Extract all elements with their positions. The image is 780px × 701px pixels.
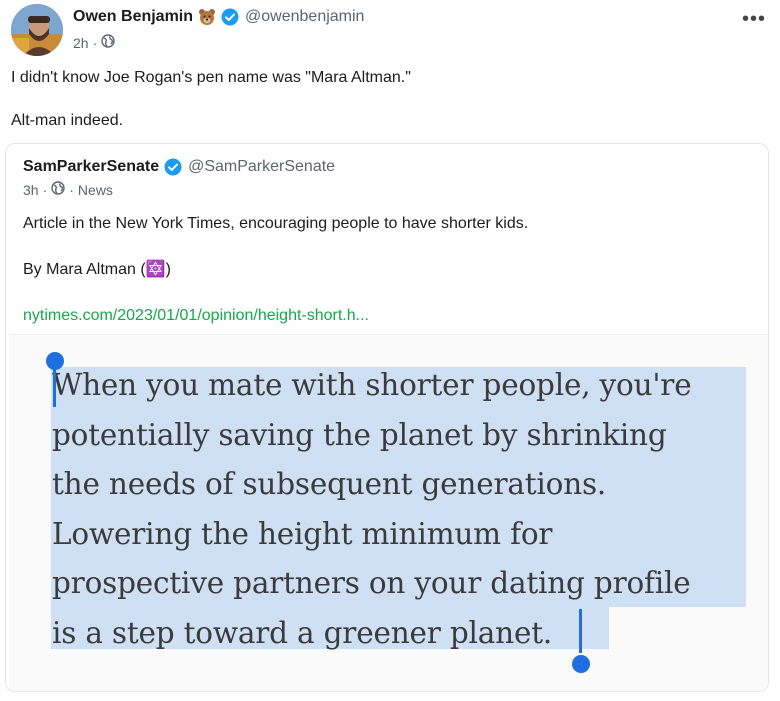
image-text-line: Lowering the height minimum for <box>52 516 553 551</box>
verified-badge-icon <box>221 8 239 26</box>
selection-end-handle[interactable] <box>572 655 590 673</box>
post-body: I didn't know Joe Rogan's pen name was "… <box>11 68 411 154</box>
image-text-line: When you mate with shorter people, you'r… <box>52 368 692 402</box>
meta-separator: · <box>42 181 48 198</box>
image-text-line: prospective partners on your dating prof… <box>52 566 691 600</box>
article-link[interactable]: nytimes.com/2023/01/01/opinion/height-sh… <box>23 307 369 324</box>
quoted-post[interactable]: SamParkerSenate @SamParkerSenate 3h · · … <box>5 143 769 692</box>
quoted-image[interactable]: When you mate with shorter people, you'r… <box>9 334 768 691</box>
author-handle[interactable]: @owenbenjamin <box>245 8 364 26</box>
quoted-text: Article in the New York Times, encouragi… <box>23 215 529 232</box>
quoted-post-category: News <box>77 181 113 198</box>
meta-separator: · <box>92 34 98 51</box>
selection-start-caret <box>53 367 56 407</box>
quoted-image-text: When you mate with shorter people, you'r… <box>52 361 692 658</box>
author-name[interactable]: Owen Benjamin <box>73 8 193 26</box>
selection-end-caret <box>579 609 582 653</box>
image-text-line: potentially saving the planet by shrinki… <box>52 417 667 452</box>
avatar[interactable] <box>11 4 63 56</box>
quoted-post-time[interactable]: 3h <box>23 182 39 198</box>
globe-icon <box>51 181 65 198</box>
bear-emoji-icon <box>198 8 216 26</box>
post-text-line: Alt-man indeed. <box>11 112 124 129</box>
quoted-post-header: SamParkerSenate @SamParkerSenate <box>23 158 335 176</box>
quoted-author-handle[interactable]: @SamParkerSenate <box>188 158 335 176</box>
avatar-photo <box>11 4 63 56</box>
quoted-post-body: Article in the New York Times, encouragi… <box>23 214 528 326</box>
meta-separator: · <box>69 181 74 198</box>
quoted-post-meta: 3h · · News <box>23 181 113 198</box>
post-text-line: I didn't know Joe Rogan's pen name was "… <box>11 69 411 86</box>
post-header: Owen Benjamin @owenbenjamin <box>73 8 364 26</box>
post-meta: 2h · <box>73 34 115 51</box>
quoted-author-name[interactable]: SamParkerSenate <box>23 158 159 176</box>
post-time[interactable]: 2h <box>73 35 89 51</box>
verified-badge-icon <box>164 158 182 176</box>
more-options-icon[interactable]: ••• <box>742 8 766 31</box>
quoted-byline: By Mara Altman (🔯) <box>23 261 171 278</box>
globe-icon <box>101 34 115 51</box>
image-text-line: is a step toward a greener planet. <box>52 615 553 650</box>
image-text-line: the needs of subsequent generations. <box>52 467 607 501</box>
